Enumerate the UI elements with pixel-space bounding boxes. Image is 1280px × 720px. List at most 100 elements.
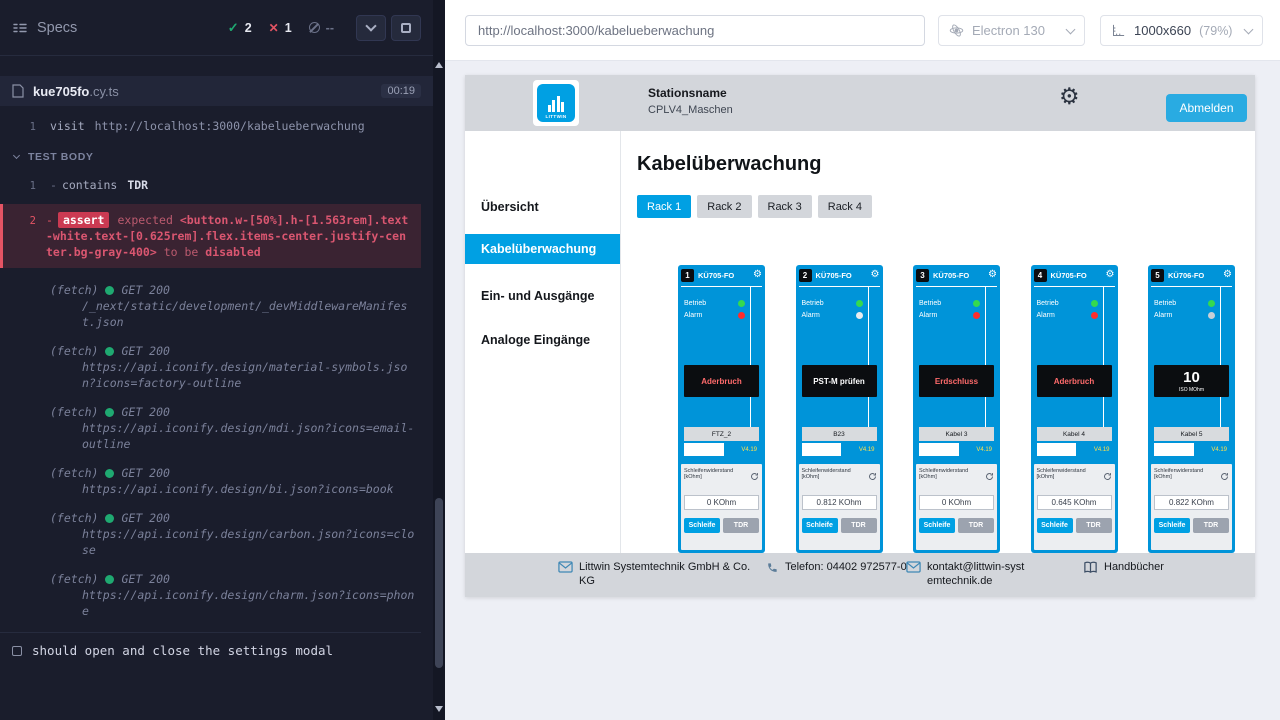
url-input[interactable]: http://localhost:3000/kabelueberwachung	[465, 15, 925, 46]
sidebar-item-uebersicht[interactable]: Übersicht	[465, 195, 620, 219]
scroll-down-icon[interactable]	[435, 706, 443, 712]
fetch-log[interactable]: (fetch)GET 200 https://api.iconify.desig…	[0, 343, 421, 391]
card-divider	[868, 287, 869, 427]
command-dash: -	[50, 178, 57, 192]
command-number: 1	[0, 118, 36, 135]
app-sidebar: Übersicht Kabelüberwachung Ein- und Ausg…	[465, 131, 621, 553]
station-name: CPLV4_Maschen	[648, 104, 733, 116]
specs-nav[interactable]: Specs	[12, 20, 228, 36]
measure-panel: Schleifenwiderstand [kOhm] 0 KOhm Schlei…	[681, 464, 762, 550]
fetch-method: GET 200	[121, 282, 169, 298]
footer-email[interactable]: kontakt@littwin-systemtechnik.de	[906, 560, 1028, 589]
refresh-icon[interactable]	[985, 468, 994, 486]
scroll-up-icon[interactable]	[435, 62, 443, 68]
tab-rack-4[interactable]: Rack 4	[818, 195, 872, 218]
footer-manuals[interactable]: Handbücher	[1083, 560, 1164, 574]
manuals-label: Handbücher	[1104, 560, 1164, 574]
littwin-logo-mark: LITTWIN	[537, 84, 575, 122]
assert-message: -assertexpected <button.w-[50%].h-[1.563…	[36, 212, 411, 260]
schleife-button[interactable]: Schleife	[684, 518, 720, 533]
spec-duration: 00:19	[381, 84, 421, 98]
fetch-method: GET 200	[121, 571, 169, 587]
firmware-version: V4.19	[1076, 443, 1111, 456]
settings-gear-icon[interactable]: ⚙	[1059, 85, 1080, 108]
card-gear-icon[interactable]: ⚙	[753, 270, 762, 280]
cable-name: Kabel 3	[919, 427, 994, 441]
card-gear-icon[interactable]: ⚙	[1106, 270, 1115, 280]
fetch-log[interactable]: (fetch)GET 200 https://api.iconify.desig…	[0, 571, 421, 619]
spec-header[interactable]: kue705fo.cy.ts 00:19	[0, 76, 433, 106]
cable-name: Kabel 5	[1154, 427, 1229, 441]
device-card: 3KÜ705-FO⚙ Betrieb Alarm Erdschluss Kabe…	[913, 265, 1000, 553]
sidebar-item-kabelueberwachung[interactable]: Kabelüberwachung	[465, 234, 620, 264]
tdr-button[interactable]: TDR	[1076, 518, 1112, 533]
command-visit[interactable]: 1 visit http://localhost:3000/kabelueberw…	[0, 118, 421, 135]
command-message: http://localhost:3000/kabelueberwachung	[95, 119, 365, 133]
refresh-icon[interactable]	[1103, 468, 1112, 486]
tab-rack-3[interactable]: Rack 3	[758, 195, 812, 218]
rack-tabs: Rack 1 Rack 2 Rack 3 Rack 4	[637, 195, 872, 218]
schleife-button[interactable]: Schleife	[1037, 518, 1073, 533]
fetch-log[interactable]: (fetch)GET 200 https://api.iconify.desig…	[0, 465, 421, 497]
betrieb-label: Betrieb	[684, 300, 706, 307]
reporter-scrollbar[interactable]	[433, 0, 445, 720]
fetch-log[interactable]: (fetch)GET 200 https://api.iconify.desig…	[0, 404, 421, 452]
footer-phone: Telefon: 04402 972577-0	[766, 560, 919, 574]
scrollbar-thumb[interactable]	[435, 498, 443, 668]
card-gear-icon[interactable]: ⚙	[871, 270, 880, 280]
mail-icon	[558, 561, 573, 573]
schleife-button[interactable]: Schleife	[1154, 518, 1190, 533]
next-test-row[interactable]: should open and close the settings modal	[0, 632, 421, 669]
refresh-icon[interactable]	[1220, 468, 1229, 486]
passed-icon: ✓	[228, 20, 239, 36]
stop-button[interactable]	[391, 15, 421, 41]
resistance-value: 0 KOhm	[684, 495, 759, 510]
logout-button[interactable]: Abmelden	[1166, 94, 1247, 122]
passed-stat: ✓ 2	[228, 20, 252, 36]
fetch-url: https://api.iconify.design/carbon.json?i…	[0, 526, 421, 558]
resistance-value: 0 KOhm	[919, 495, 994, 510]
fetch-url: https://api.iconify.design/material-symb…	[0, 359, 421, 391]
collapse-button[interactable]	[356, 15, 386, 41]
app-under-test: LITTWIN Stationsname CPLV4_Maschen ⚙ Abm…	[465, 75, 1255, 597]
viewport-select[interactable]: 1000x660 (79%)	[1100, 15, 1263, 46]
fetch-log[interactable]: (fetch)GET 200 https://api.iconify.desig…	[0, 510, 421, 558]
card-gear-icon[interactable]: ⚙	[1223, 270, 1232, 280]
fetch-label: (fetch)	[50, 465, 98, 481]
test-body-section[interactable]: TEST BODY	[0, 149, 421, 165]
browser-select[interactable]: Electron 130	[938, 15, 1085, 46]
firmware-version: V4.19	[724, 443, 759, 456]
sidebar-item-analoge-eingaenge[interactable]: Analoge Eingänge	[465, 328, 620, 352]
fetch-log[interactable]: (fetch)GET 200 /_next/static/development…	[0, 282, 421, 330]
command-name: visit	[50, 119, 85, 133]
fetch-url: https://api.iconify.design/mdi.json?icon…	[0, 420, 421, 452]
refresh-icon[interactable]	[868, 468, 877, 486]
command-body: visit http://localhost:3000/kabelueberwac…	[36, 118, 421, 135]
card-divider	[750, 287, 751, 427]
command-contains[interactable]: 1 -containsTDR	[0, 177, 421, 194]
refresh-icon[interactable]	[750, 468, 759, 486]
url-text: http://localhost:3000/kabelueberwachung	[478, 23, 714, 38]
phone-icon	[766, 561, 779, 574]
tab-rack-1[interactable]: Rack 1	[637, 195, 691, 218]
card-title: KÜ705-FO	[933, 271, 969, 280]
status-dot-icon	[105, 469, 114, 478]
sidebar-item-ein-und-ausgaenge[interactable]: Ein- und Ausgänge	[465, 284, 620, 308]
chevron-down-icon	[365, 20, 376, 31]
schleife-button[interactable]: Schleife	[919, 518, 955, 533]
schleife-button[interactable]: Schleife	[802, 518, 838, 533]
tdr-button[interactable]: TDR	[1193, 518, 1229, 533]
status-dot-icon	[105, 347, 114, 356]
fetch-label: (fetch)	[50, 510, 98, 526]
tdr-button[interactable]: TDR	[958, 518, 994, 533]
failed-icon: ✕	[269, 21, 279, 35]
status-dot-icon	[105, 408, 114, 417]
status-dot-icon	[105, 286, 114, 295]
tdr-button[interactable]: TDR	[723, 518, 759, 533]
app-footer: Littwin Systemtechnik GmbH & Co. KG Tele…	[465, 553, 1255, 597]
tdr-button[interactable]: TDR	[841, 518, 877, 533]
failed-assert[interactable]: 2 -assertexpected <button.w-[50%].h-[1.5…	[0, 204, 421, 268]
tab-rack-2[interactable]: Rack 2	[697, 195, 751, 218]
fetch-label: (fetch)	[50, 282, 98, 298]
card-gear-icon[interactable]: ⚙	[988, 270, 997, 280]
